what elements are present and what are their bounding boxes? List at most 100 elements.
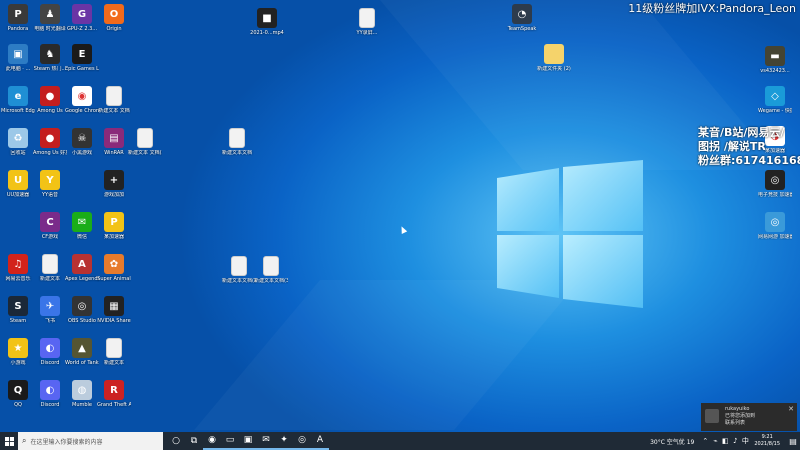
desktop-icon[interactable]: YY录屏... (350, 8, 384, 36)
desktop-icon[interactable]: e Microsoft Edge (1, 86, 35, 114)
desktop-icon[interactable]: ▣ 此电脑 · ... (1, 44, 35, 72)
desktop-icon-label: 网易网游 加速器 (758, 234, 792, 240)
start-button[interactable] (0, 432, 18, 450)
desktop-icon[interactable]: ◍ Mumble (65, 380, 99, 408)
desktop-icon[interactable]: ✉ 微信 (65, 212, 99, 240)
desktop-icon-label: UU加速器 (6, 192, 30, 198)
app-icon: ● (40, 86, 60, 106)
app-icon: O (104, 4, 124, 24)
app-icon: Q (8, 380, 28, 400)
desktop-icon-label: World of Tanks (65, 360, 99, 366)
desktop-icon[interactable]: ■ 2021-0...mp4 (250, 8, 284, 36)
desktop-icon[interactable]: 新建文本 文档 (97, 86, 131, 114)
network-icon[interactable]: ⌁ (710, 437, 720, 445)
desktop-icon[interactable]: ♻ 回收站 (1, 128, 35, 156)
desktop-icon[interactable]: C CF游戏 (33, 212, 67, 240)
desktop-icon[interactable]: Y YY语音 (33, 170, 67, 198)
desktop-icon[interactable]: S Steam (1, 296, 35, 324)
app-icon: ◐ (40, 338, 60, 358)
notification-center-icon[interactable]: ▤ (786, 437, 800, 446)
desktop-icon[interactable]: ◉ Google Chrome (65, 86, 99, 114)
desktop-icon-label: YY语音 (41, 192, 59, 198)
desktop-icon[interactable]: ▦ NVIDIA Share (97, 296, 131, 324)
desktop-icon[interactable]: ◇ Wegame - 快捷方式 (758, 86, 792, 114)
taskbar-explorer-icon[interactable]: ▭ (221, 432, 239, 450)
desktop-icon[interactable]: ♞ Steam 热门... (33, 44, 67, 72)
mouse-cursor (398, 225, 408, 234)
desktop-icon[interactable]: ◐ Discord (33, 380, 67, 408)
close-icon[interactable]: ✕ (788, 405, 794, 413)
taskbar-mail-icon[interactable]: ✉ (257, 432, 275, 450)
show-hidden-icons[interactable]: ⌃ (700, 437, 710, 445)
desktop-icon[interactable]: ☠ 小黑游戏 (65, 128, 99, 156)
desktop-icon[interactable]: 新建文本 文档(2) (128, 128, 162, 156)
desktop-icon-label: 新建文本 文档(2) (128, 150, 162, 156)
desktop-icon[interactable]: ✿ Super Animal (97, 254, 131, 282)
input-method-icon[interactable]: 中 (740, 436, 750, 446)
app-icon: P (8, 4, 28, 24)
taskbar-store-icon[interactable]: ▣ (239, 432, 257, 450)
desktop-icon[interactable]: ◎ 电子竞技 加速器 (758, 170, 792, 198)
desktop-icon-label: Discord (40, 360, 60, 366)
desktop-icon[interactable]: Q QQ (1, 380, 35, 408)
desktop-icon[interactable]: + 游戏加加 (97, 170, 131, 198)
clock[interactable]: 9:21 2021/8/15 (754, 434, 780, 448)
desktop-icon[interactable]: 新建文本文档 (220, 128, 254, 156)
volume-icon[interactable]: ♪ (730, 437, 740, 445)
app-icon: ▦ (104, 296, 124, 316)
desktop-icon[interactable]: ★ 小游戏 (1, 338, 35, 366)
search-placeholder: 在这里输入你要搜索的内容 (30, 438, 103, 446)
desktop-icon-label: 新建文本文档(3) (254, 278, 288, 284)
desktop-icon-label: 新建文本文档(2) (222, 278, 256, 284)
desktop-icon[interactable]: ◔ TeamSpeak (505, 4, 539, 32)
desktop-icon-label: OBS Studio (68, 318, 96, 324)
notification-toast[interactable]: ✕ rukayuiko 已将您添加到 联系列表 (701, 403, 797, 431)
desktop-icon-label: 网易云音乐 (5, 276, 31, 282)
taskbar-task-view-icon[interactable]: ⧉ (185, 432, 203, 450)
desktop-icon[interactable]: ● Among Us 好友版 (33, 128, 67, 156)
desktop-icon[interactable]: P 某加速器 (97, 212, 131, 240)
desktop-icon[interactable]: ▤ WinRAR (97, 128, 131, 156)
desktop-icon[interactable]: ◎ OBS Studio (65, 296, 99, 324)
search-icon: ⌕ (22, 436, 27, 445)
desktop-icon[interactable]: ◐ Discord (33, 338, 67, 366)
desktop-icon[interactable]: E Epic Games Launcher (65, 44, 99, 72)
taskbar-apex-app-icon[interactable]: A (311, 432, 329, 450)
desktop-icon-label: Discord (40, 402, 60, 408)
desktop-icon[interactable]: ▬ vs432423... (758, 46, 792, 74)
desktop-icon[interactable]: 新建文本文档(3) (254, 256, 288, 284)
desktop-icon[interactable]: 新建文本 (33, 254, 67, 282)
desktop-icon[interactable]: A Apex Legends (65, 254, 99, 282)
display-icon[interactable]: ◧ (720, 437, 730, 445)
desktop-icon[interactable]: 新建文本文档(2) (222, 256, 256, 284)
desktop-icon-label: Wegame - 快捷方式 (758, 108, 792, 114)
desktop-icon[interactable]: G GPU-Z 2.3... (65, 4, 99, 32)
notification-app-icon (705, 409, 719, 423)
taskbar-chrome-icon[interactable]: ◉ (203, 432, 221, 450)
taskbar-twitter-icon[interactable]: ✦ (275, 432, 293, 450)
app-icon: E (72, 44, 92, 64)
desktop-icon-label: Steam 热门... (33, 66, 67, 72)
desktop-icon-label: 微信 (76, 234, 87, 240)
desktop-icon[interactable]: P Pandora (1, 4, 35, 32)
desktop-icon[interactable]: 新建文本 (97, 338, 131, 366)
app-icon: ♻ (8, 128, 28, 148)
taskbar-search[interactable]: ⌕ 在这里输入你要搜索的内容 (18, 432, 163, 450)
app-icon: ◇ (765, 86, 785, 106)
taskbar-cortana-icon[interactable]: ○ (167, 432, 185, 450)
desktop-icon[interactable]: ▲ World of Tanks (65, 338, 99, 366)
desktop-icon-label: Google Chrome (65, 108, 99, 114)
desktop-icon[interactable]: ♫ 网易云音乐 (1, 254, 35, 282)
desktop-icon[interactable]: R Grand Theft Auto (97, 380, 131, 408)
desktop-icon[interactable]: O Origin (97, 4, 131, 32)
desktop-icon[interactable]: ◎ 网易网游 加速器 (758, 212, 792, 240)
desktop-icon[interactable]: ♟ 电脑 时光翻译 (33, 4, 67, 32)
desktop-icon[interactable]: 新建文件夹 (2) (537, 44, 571, 72)
desktop-icon[interactable]: ✈ 飞书 (33, 296, 67, 324)
desktop-icon[interactable]: ● Among Us (33, 86, 67, 114)
desktop-icon-label: Origin (106, 26, 122, 32)
weather-widget[interactable]: 30°C 空气优 19 (650, 437, 694, 446)
desktop-icon-label: 某加速器 (103, 234, 124, 240)
taskbar-obs-app-icon[interactable]: ◎ (293, 432, 311, 450)
desktop-icon[interactable]: U UU加速器 (1, 170, 35, 198)
